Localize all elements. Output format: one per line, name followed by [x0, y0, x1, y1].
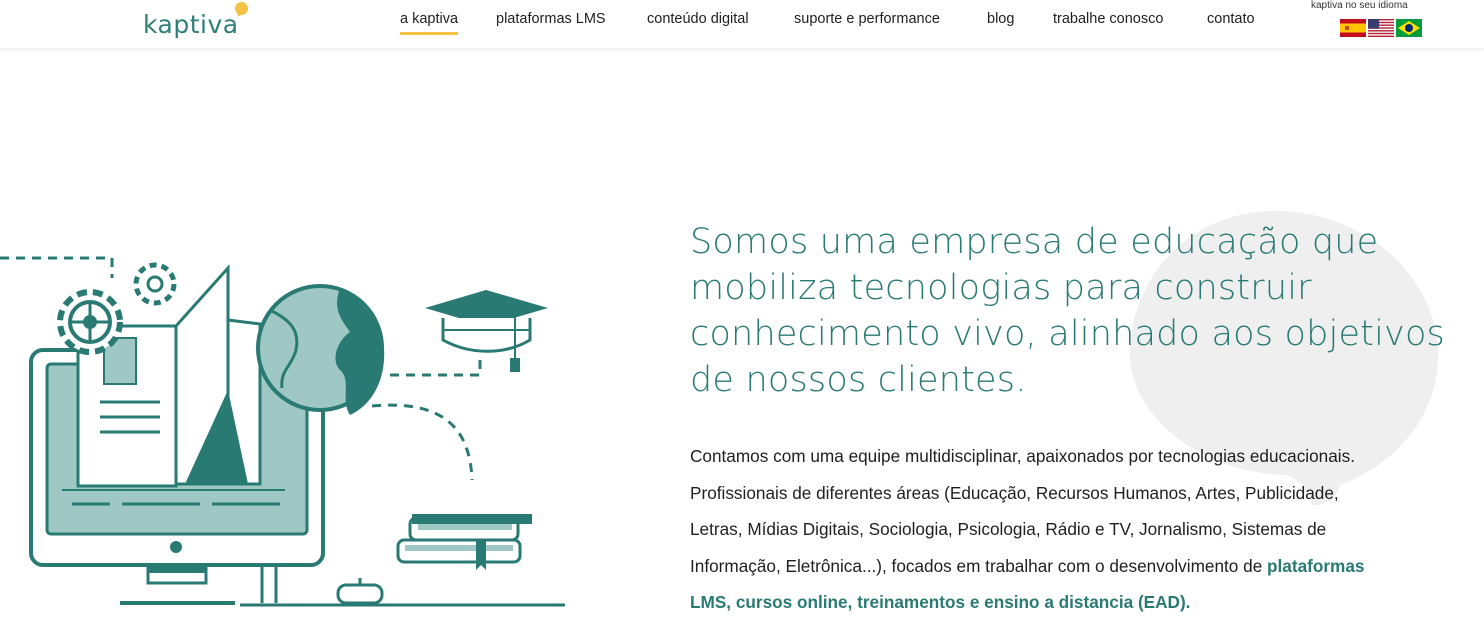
nav-item-contato[interactable]: contato [1207, 11, 1255, 27]
logo-text[interactable]: kaptiva [143, 10, 239, 40]
hero-body-line: Profissionais de diferentes áreas (Educa… [690, 482, 1339, 503]
hero-title-line: mobiliza tecnologias para construir [690, 268, 1312, 308]
hero-body: Contamos com uma equipe multidisciplinar… [690, 438, 1450, 621]
nav-item-suporte-performance[interactable]: suporte e performance [794, 11, 940, 27]
language-flags [1340, 19, 1422, 37]
kaptiva-logo[interactable]: kaptiva [143, 2, 248, 40]
logo-speech-dot-icon [235, 2, 248, 15]
usa-flag-icon[interactable] [1368, 19, 1394, 37]
hero-body-text: Informação, Eletrônica...), focados em t… [690, 555, 1268, 576]
hero-body-line: Contamos com uma equipe multidisciplinar… [690, 446, 1355, 466]
language-label: kaptiva no seu idioma [1311, 0, 1408, 11]
hero-title-line: conhecimento vivo, alinhado aos objetivo… [690, 314, 1445, 354]
graduation-cap-icon [425, 290, 548, 372]
site-header: kaptiva a kaptiva plataformas LMS conteú… [0, 0, 1484, 48]
mouse-icon [336, 583, 384, 605]
hero-body-line: Informação, Eletrônica...), focados em t… [690, 548, 1450, 585]
nav-item-plataformas-lms[interactable]: plataformas LMS [496, 11, 606, 27]
nav-item-conteudo-digital[interactable]: conteúdo digital [647, 11, 749, 27]
spain-flag-icon[interactable] [1340, 19, 1366, 37]
nav-item-trabalhe-conosco[interactable]: trabalhe conosco [1053, 11, 1163, 27]
hero-body-line: LMS, cursos online, treinamentos e ensin… [690, 584, 1450, 621]
education-illustration [0, 256, 565, 607]
hero-body-highlight: LMS, cursos online, treinamentos e ensin… [690, 592, 1191, 613]
hero-title-line: Somos uma empresa de educação que [690, 222, 1379, 262]
hero-body-highlight: plataformas [1267, 555, 1365, 576]
hero-title-line: de nossos clientes. [690, 360, 1027, 400]
brazil-flag-icon[interactable] [1396, 19, 1422, 37]
hero-body-line: Letras, Mídias Digitais, Sociologia, Psi… [690, 519, 1327, 540]
books-stack-icon [396, 514, 532, 570]
nav-item-a-kaptiva[interactable]: a kaptiva [400, 11, 459, 35]
hero-title: Somos uma empresa de educação que mobili… [690, 219, 1450, 403]
nav-item-blog[interactable]: blog [987, 11, 1014, 27]
